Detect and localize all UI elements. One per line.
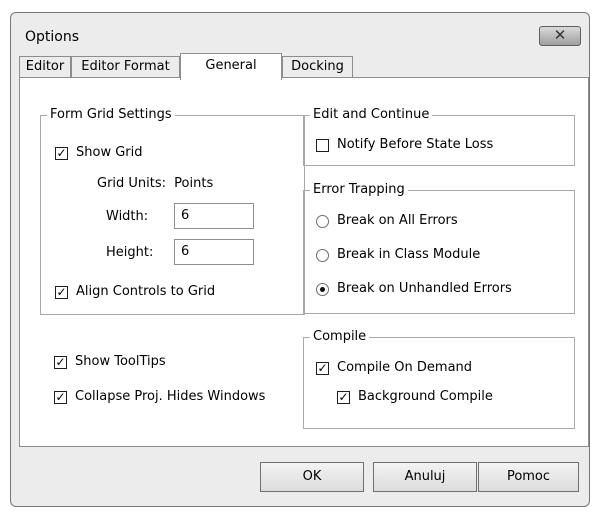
check-icon: ✓ <box>338 389 349 404</box>
dialog-title: Options <box>25 29 80 45</box>
background-compile-label: Background Compile <box>358 389 493 404</box>
break-in-class-module-radio[interactable]: Break in Class Module <box>316 246 480 264</box>
collapse-proj-checkbox[interactable]: ✓ Collapse Proj. Hides Windows <box>54 388 265 406</box>
tab-editor[interactable]: Editor <box>19 56 71 78</box>
collapse-proj-label: Collapse Proj. Hides Windows <box>75 389 266 404</box>
align-controls-checkbox[interactable]: ✓ Align Controls to Grid <box>55 283 215 301</box>
radio-dot-icon <box>320 286 325 292</box>
notify-before-state-loss-label: Notify Before State Loss <box>337 137 494 152</box>
form-grid-settings-legend: Form Grid Settings <box>47 107 175 123</box>
break-on-unhandled-errors-label: Break on Unhandled Errors <box>337 281 512 296</box>
help-button[interactable]: Pomoc <box>478 462 579 492</box>
show-tooltips-checkbox[interactable]: ✓ Show ToolTips <box>54 353 166 371</box>
check-icon: ✓ <box>55 354 66 369</box>
radio-circle <box>316 248 329 262</box>
checkbox-box: ✓ <box>55 284 68 299</box>
grid-units-value: Points <box>174 176 214 191</box>
show-tooltips-label: Show ToolTips <box>75 354 166 369</box>
compile-on-demand-checkbox[interactable]: ✓ Compile On Demand <box>316 359 472 377</box>
height-label: Height: <box>106 245 154 260</box>
checkbox-box: ✓ <box>55 145 68 160</box>
tab-docking[interactable]: Docking <box>282 56 353 78</box>
tab-general[interactable]: General <box>180 53 282 80</box>
check-icon: ✓ <box>55 389 66 404</box>
close-icon: ✕ <box>553 26 567 44</box>
break-on-all-errors-label: Break on All Errors <box>337 213 458 228</box>
grid-units-label: Grid Units: <box>97 176 167 191</box>
check-icon: ✓ <box>56 284 67 299</box>
general-tab-panel: Form Grid Settings ✓ Show Grid Grid Units… <box>19 77 589 447</box>
checkbox-box: ✓ <box>54 354 67 369</box>
width-label: Width: <box>106 209 149 224</box>
ok-button[interactable]: OK <box>260 462 364 492</box>
background-compile-checkbox[interactable]: ✓ Background Compile <box>337 388 493 406</box>
break-in-class-module-label: Break in Class Module <box>337 247 481 262</box>
check-icon: ✓ <box>56 145 67 160</box>
width-input[interactable]: 6 <box>174 203 254 229</box>
error-trapping-group: Error Trapping Break on All Errors Break… <box>303 182 575 314</box>
check-icon: ✓ <box>317 360 328 375</box>
show-grid-label: Show Grid <box>76 145 143 160</box>
edit-and-continue-group: Edit and Continue Notify Before State Lo… <box>303 107 575 166</box>
radio-circle-selected <box>316 282 329 296</box>
align-controls-label: Align Controls to Grid <box>76 284 216 299</box>
break-on-unhandled-errors-radio[interactable]: Break on Unhandled Errors <box>316 280 512 298</box>
title-bar: Options ✕ <box>11 13 589 51</box>
notify-before-state-loss-checkbox[interactable]: Notify Before State Loss <box>316 136 493 154</box>
close-button[interactable]: ✕ <box>539 26 581 46</box>
form-grid-settings-group: Form Grid Settings ✓ Show Grid Grid Units… <box>40 107 305 315</box>
compile-group: Compile ✓ Compile On Demand ✓ Background C… <box>303 329 575 429</box>
height-input[interactable]: 6 <box>174 239 254 265</box>
cancel-button[interactable]: Anuluj <box>373 462 477 492</box>
show-grid-checkbox[interactable]: ✓ Show Grid <box>55 144 143 162</box>
checkbox-box: ✓ <box>54 389 67 404</box>
radio-circle <box>316 214 329 228</box>
compile-on-demand-label: Compile On Demand <box>337 360 473 375</box>
checkbox-box <box>316 138 329 152</box>
error-trapping-legend: Error Trapping <box>310 182 408 198</box>
edit-and-continue-legend: Edit and Continue <box>310 107 433 123</box>
checkbox-box: ✓ <box>337 389 350 404</box>
grid-units-row: Grid Units: Points <box>97 175 213 193</box>
break-on-all-errors-radio[interactable]: Break on All Errors <box>316 212 458 230</box>
checkbox-box: ✓ <box>316 360 329 375</box>
compile-legend: Compile <box>310 329 370 345</box>
tab-editor-format[interactable]: Editor Format <box>71 56 180 78</box>
